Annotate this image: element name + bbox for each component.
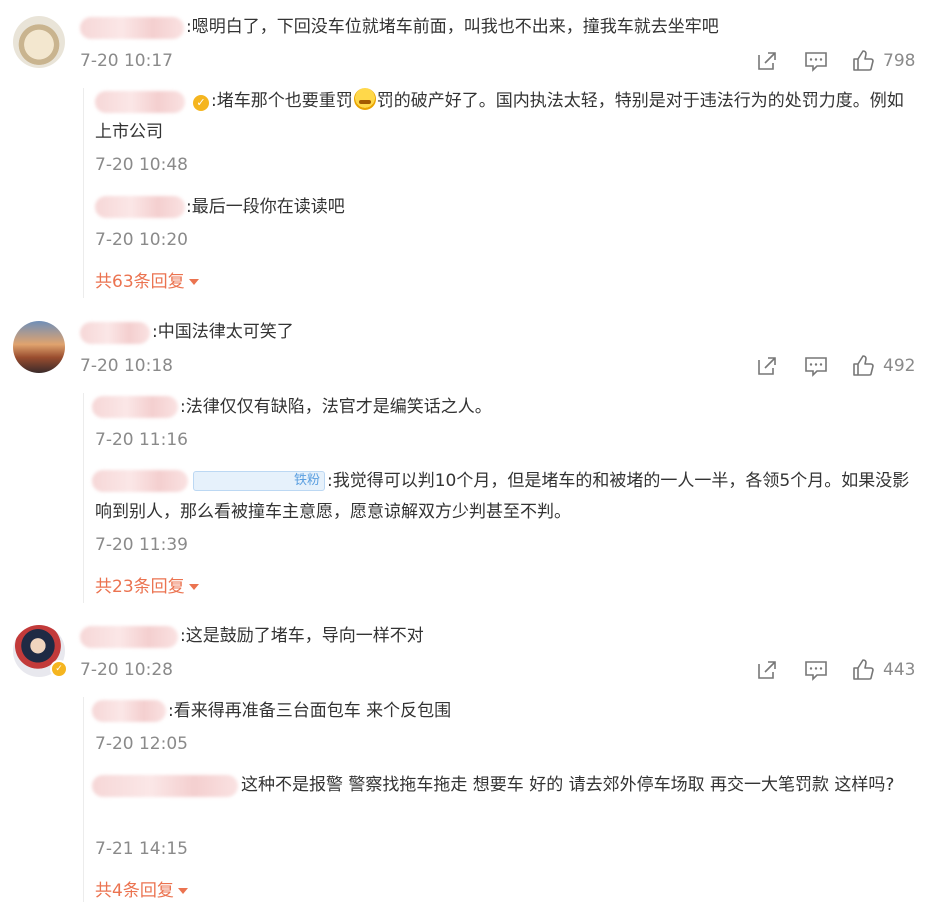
blurred-username[interactable] [80,626,178,648]
blurred-username[interactable] [92,700,166,722]
blurred-username[interactable] [80,322,150,344]
share-icon[interactable] [755,49,779,73]
reply-time: 7-20 10:20 [95,230,188,250]
reply-text: :法律仅仅有缺陷，法官才是编笑话之人。 [180,397,492,417]
reply-time: 7-20 10:48 [95,155,188,175]
chevron-down-icon [188,584,199,590]
comment-text: :中国法律太可笑了 [152,322,294,342]
comment-time: 7-20 10:28 [80,660,173,680]
blurred-username[interactable] [92,396,178,418]
more-replies-link[interactable]: 共63条回复 [95,271,199,293]
blurred-username[interactable] [95,196,185,218]
reply-divider [83,393,84,603]
like-count: 798 [883,51,916,71]
more-replies-link[interactable]: 共4条回复 [95,880,188,902]
share-icon[interactable] [755,354,779,378]
thumbs-up-icon[interactable] [851,658,875,682]
like-count: 443 [883,660,916,680]
chevron-down-icon [177,888,188,894]
reply-text: :看来得再准备三台面包车 来个反包围 [168,701,452,721]
more-replies-link[interactable]: 共23条回复 [95,576,199,598]
comment-time: 7-20 10:17 [80,51,173,71]
reply-text: :最后一段你在读读吧 [186,197,345,217]
reply-divider [83,697,84,902]
thumbs-up-icon[interactable] [851,354,875,378]
reply-time: 7-20 11:16 [95,430,188,450]
share-icon[interactable] [755,658,779,682]
chevron-down-icon [188,279,199,285]
fan-badge: 铁粉 [193,471,326,491]
reply-time: 7-20 12:05 [95,734,188,754]
comment-icon[interactable] [804,354,828,378]
reply-text: :堵车那个也要重罚 罚的破产好了。国内执法太轻，特别是对于违法行为的处罚力度。例如… [95,86,915,148]
comment-text: :嗯明白了，下回没车位就堵车前面，叫我也不出来，撞我车就去坐牢吧 [186,17,719,37]
thumbs-up-icon[interactable] [851,49,875,73]
reply-time: 7-20 11:39 [95,535,188,555]
comment-icon[interactable] [804,49,828,73]
reply-time: 7-21 14:15 [95,839,188,859]
avatar[interactable] [13,16,65,68]
verified-badge-icon: ✓ [50,660,68,678]
blurred-username[interactable] [80,17,184,39]
comment-text: :这是鼓励了堵车，导向一样不对 [180,626,424,646]
avatar[interactable] [13,321,65,373]
reply-text: 这种不是报警 警察找拖车拖走 想要车 好的 请去郊外停车场取 再交一大笔罚款 这… [241,775,895,795]
reply-divider [83,88,84,298]
comment-icon[interactable] [804,658,828,682]
like-count: 492 [883,356,916,376]
reply-text: 铁粉:我觉得可以判10个月，但是堵车的和被堵的一人一半，各领5个月。如果没影响到… [95,471,910,522]
comment-time: 7-20 10:18 [80,356,173,376]
crying-laugh-emoji-icon [353,88,376,110]
